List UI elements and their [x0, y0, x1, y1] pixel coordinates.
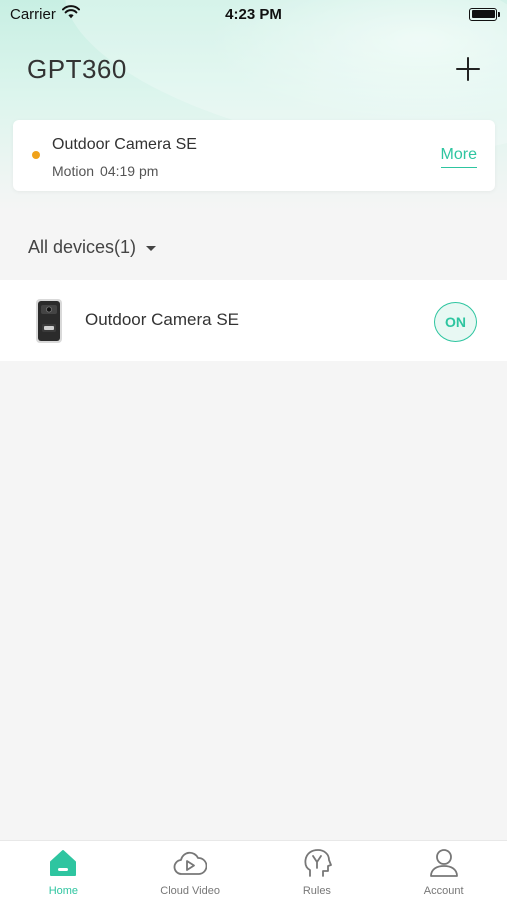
add-device-button[interactable]	[455, 56, 481, 82]
power-toggle[interactable]: ON	[434, 302, 477, 342]
tab-cloud-video[interactable]: Cloud Video	[127, 841, 254, 900]
account-icon	[427, 847, 461, 879]
alert-status-dot	[32, 151, 40, 159]
filter-label: All devices(1)	[28, 237, 137, 257]
tab-rules-label: Rules	[302, 885, 331, 897]
tab-rules[interactable]: Rules	[254, 841, 381, 900]
app-header: GPT360	[0, 44, 507, 94]
camera-device-icon	[34, 298, 64, 344]
cloud-video-icon	[173, 847, 208, 879]
carrier-label: Carrier	[10, 5, 56, 23]
rules-icon	[300, 847, 334, 879]
alert-subtitle: Motion 04:19 pm	[52, 163, 158, 179]
all-devices-filter[interactable]: All devices(1)	[28, 237, 157, 258]
tab-home[interactable]: Home	[0, 841, 127, 900]
tab-account-label: Account	[423, 885, 464, 897]
tab-account[interactable]: Account	[380, 841, 507, 900]
home-icon	[46, 847, 80, 879]
tab-home-label: Home	[48, 885, 79, 897]
status-bar: Carrier 4:23 PM	[0, 0, 507, 28]
caret-down-icon	[146, 246, 157, 251]
alert-event: Motion	[52, 163, 95, 179]
battery-icon	[469, 7, 500, 21]
device-name: Outdoor Camera SE	[85, 310, 240, 329]
tab-cloud-video-label: Cloud Video	[160, 885, 220, 897]
tab-bar: Home Cloud Video Rules Account	[0, 840, 507, 900]
more-link[interactable]: More	[440, 146, 477, 168]
wifi-icon	[61, 5, 80, 23]
latest-alert-card[interactable]: Outdoor Camera SE Motion 04:19 pm More	[13, 120, 495, 191]
alert-time: 04:19 pm	[100, 163, 159, 179]
alert-device-name: Outdoor Camera SE	[52, 136, 197, 153]
app-title: GPT360	[27, 53, 127, 84]
device-row[interactable]: Outdoor Camera SE ON	[0, 280, 507, 361]
